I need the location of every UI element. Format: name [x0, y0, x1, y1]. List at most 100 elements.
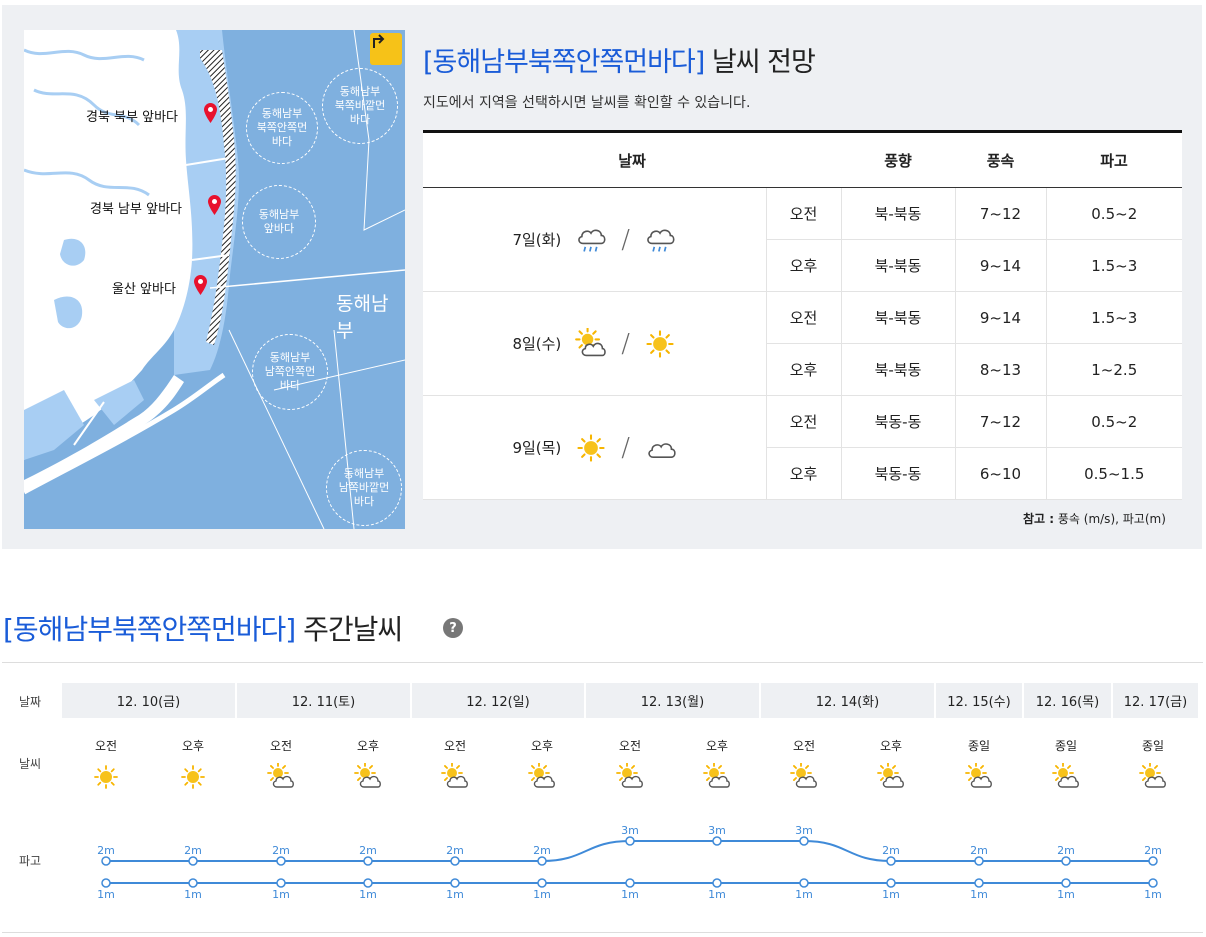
wave-max-label: 3m — [795, 824, 813, 837]
reset-button[interactable] — [370, 33, 402, 65]
forecast-wave: 1.5~3 — [1045, 291, 1182, 344]
forecast-wind-dir: 북동-동 — [840, 395, 955, 448]
sea-area-map[interactable]: 경북 북부 앞바다 경북 남부 앞바다 울산 앞바다 동해남부 북쪽안쪽먼 바다… — [24, 30, 405, 529]
row-label-date: 날짜 — [19, 695, 42, 709]
wave-max-point — [799, 836, 809, 846]
forecast-wave: 1~2.5 — [1045, 343, 1182, 396]
forecast-wind-speed: 6~10 — [954, 447, 1046, 500]
wave-min-point — [101, 878, 111, 888]
forecast-period: 오후 — [765, 343, 841, 396]
sun-cloud-icon — [965, 762, 992, 788]
sun-icon — [94, 765, 118, 789]
header-date: 날짜 — [423, 130, 841, 188]
forecast-wind-speed: 9~14 — [954, 291, 1046, 344]
wave-max-point — [276, 856, 286, 866]
weekly-date-cell: 12. 14(화) — [761, 683, 934, 718]
wave-max-point — [886, 856, 896, 866]
units-note: 참고 : 풍속 (m/s), 파고(m) — [1023, 510, 1166, 527]
forecast-title-region: [동해남부북쪽안쪽먼바다] — [423, 47, 705, 78]
wave-min-point — [1061, 878, 1071, 888]
wave-max-line — [106, 839, 1153, 863]
forecast-row: 7일(화) / 오전 북-북동 7~12 0.5~2 — [423, 187, 1182, 292]
forecast-title-suffix: 날씨 전망 — [711, 47, 816, 78]
wave-min-point — [974, 878, 984, 888]
wave-max-point — [188, 856, 198, 866]
wave-max-point — [1061, 856, 1071, 866]
forecast-row: 8일(수) / 오전 북-북동 9~14 1.5~3 — [423, 291, 1182, 396]
weekly-weather-icon — [703, 762, 731, 791]
weekly-date-cell: 12. 15(수) — [936, 683, 1022, 718]
units-note-text: 풍속 (m/s), 파고(m) — [1054, 512, 1166, 526]
zone-south-inner[interactable]: 동해남부 남쪽안쪽먼 바다 — [252, 334, 328, 410]
sun-cloud-icon — [441, 762, 468, 788]
wave-max-label: 2m — [533, 844, 551, 857]
wave-min-label: 1m — [970, 888, 988, 901]
wave-max-point — [537, 856, 547, 866]
sun-cloud-icon — [528, 762, 555, 788]
header-wind-speed: 풍속 — [955, 130, 1046, 188]
wave-min-label: 1m — [708, 888, 726, 901]
zone-inshore[interactable]: 동해남부 앞바다 — [242, 185, 316, 259]
forecast-title: [동해남부북쪽안쪽먼바다] 날씨 전망 — [423, 40, 816, 79]
wave-min-point — [1148, 878, 1158, 888]
wave-min-point — [363, 878, 373, 888]
cloud-icon — [648, 442, 676, 458]
coast-label-north[interactable]: 경북 북부 앞바다 — [86, 106, 178, 125]
weekly-time-of-day: 오후 — [181, 739, 205, 753]
forecast-wind-dir: 북-북동 — [840, 291, 955, 344]
forecast-day-label: 8일(수) — [512, 335, 562, 353]
wave-max-point — [363, 856, 373, 866]
rain-icon — [647, 229, 675, 252]
row-label-weather: 날씨 — [19, 757, 42, 771]
coast-label-south[interactable]: 경북 남부 앞바다 — [90, 198, 182, 217]
forecast-wind-dir: 북-북동 — [840, 343, 955, 396]
forecast-row: 9일(목) / 오전 북동-동 7~12 0.5~2 — [423, 395, 1182, 500]
forecast-wave: 1.5~3 — [1045, 239, 1182, 292]
wave-max-label: 2m — [970, 844, 988, 857]
forecast-wind-dir: 북동-동 — [840, 447, 955, 500]
forecast-period: 오전 — [765, 187, 841, 240]
coast-label-ulsan[interactable]: 울산 앞바다 — [112, 278, 176, 297]
wave-min-label: 1m — [184, 888, 202, 901]
forecast-day-cell: 8일(수) / — [423, 291, 766, 396]
forecast-wave: 0.5~2 — [1045, 187, 1182, 240]
forecast-wind-speed: 8~13 — [954, 343, 1046, 396]
wave-max-label: 2m — [359, 844, 377, 857]
wave-min-point — [276, 878, 286, 888]
forecast-wave: 0.5~2 — [1045, 395, 1182, 448]
weekly-date-cell: 12. 13(월) — [586, 683, 759, 718]
wave-max-label: 3m — [708, 824, 726, 837]
zone-south-outer[interactable]: 동해남부 남쪽바깥먼 바다 — [326, 450, 402, 526]
sun-cloud-icon — [1052, 762, 1079, 788]
wave-min-point — [799, 878, 809, 888]
weekly-time-of-day: 오후 — [879, 739, 903, 753]
zone-north-inner[interactable]: 동해남부 북쪽안쪽먼 바다 — [246, 92, 318, 164]
wave-min-label: 1m — [795, 888, 813, 901]
wave-max-point — [101, 856, 111, 866]
header-wave: 파고 — [1046, 130, 1182, 188]
wave-min-label: 1m — [1057, 888, 1075, 901]
wave-max-point — [450, 856, 460, 866]
zone-north-outer[interactable]: 동해남부 북쪽바깥먼 바다 — [322, 68, 398, 144]
weekly-weather-icon — [1052, 762, 1080, 791]
rain-icon — [578, 229, 606, 252]
location-pin-icon[interactable] — [208, 195, 221, 215]
forecast-table: 날짜 풍향 풍속 파고 7일(화) / 오전 북-북동 7~12 0.5~2 오후 북-북동 9… — [423, 130, 1182, 500]
question-circle-icon[interactable]: ? — [443, 618, 463, 638]
wave-max-label: 2m — [272, 844, 290, 857]
sun-cloud-icon — [877, 762, 904, 788]
weekly-date-cell: 12. 11(토) — [237, 683, 410, 718]
location-pin-icon[interactable] — [194, 275, 207, 295]
sun-cloud-icon — [575, 327, 607, 356]
wave-max-label: 2m — [1057, 844, 1075, 857]
weekly-time-of-day: 오후 — [705, 739, 729, 753]
forecast-wave: 0.5~1.5 — [1045, 447, 1182, 500]
weekly-weather-icon — [92, 763, 120, 791]
weekly-time-of-day: 오후 — [530, 739, 554, 753]
weekly-weather-icon — [616, 762, 644, 791]
weekly-weather-icon — [267, 762, 295, 791]
weekly-weather-icon — [965, 762, 993, 791]
sun-cloud-icon — [790, 762, 817, 788]
wave-max-label: 2m — [97, 844, 115, 857]
location-pin-icon[interactable] — [204, 103, 217, 123]
